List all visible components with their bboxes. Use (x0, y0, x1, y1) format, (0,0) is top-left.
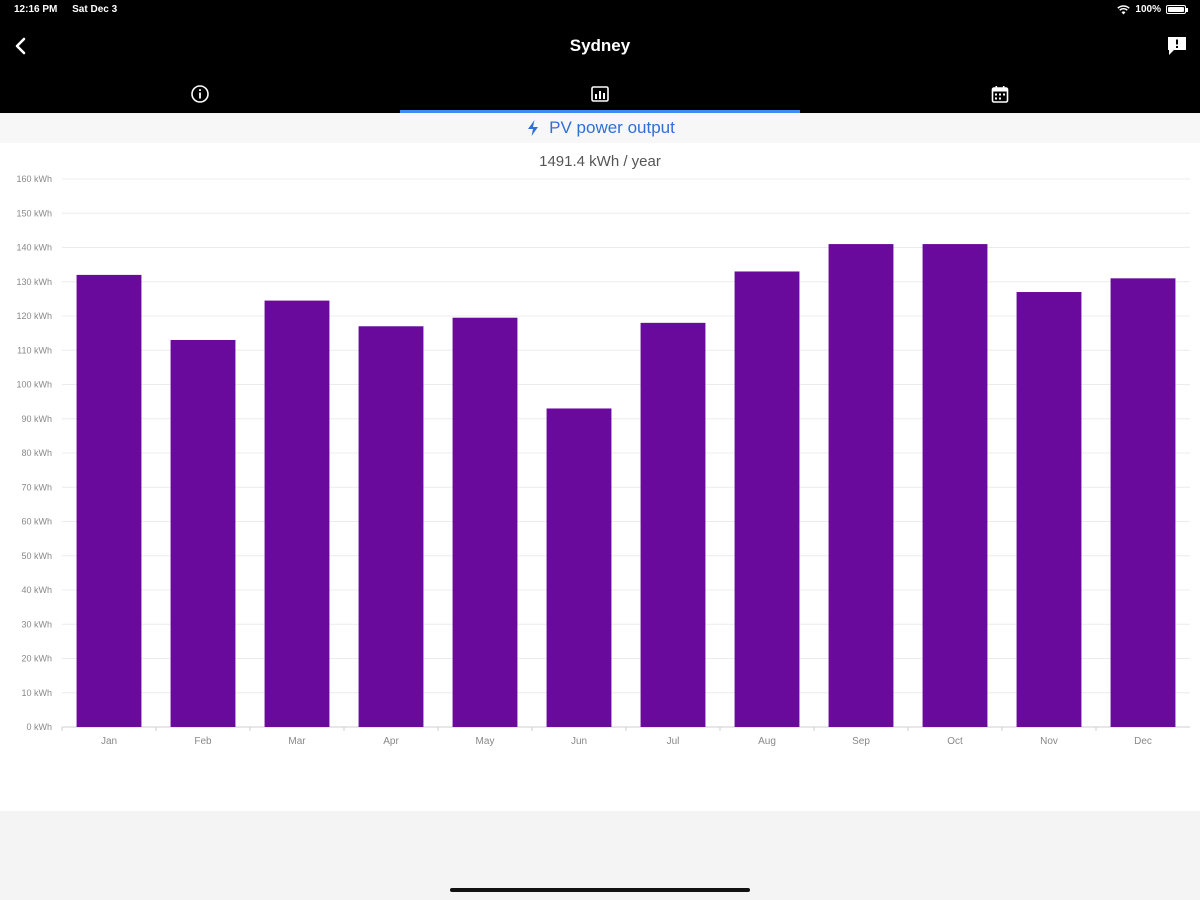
chart-icon (591, 85, 609, 102)
bar-mar[interactable] (264, 300, 330, 727)
y-tick-label: 80 kWh (21, 448, 52, 458)
x-tick-label: Oct (947, 736, 963, 747)
bar-feb[interactable] (170, 339, 236, 727)
bar-nov[interactable] (1016, 292, 1082, 727)
bar-aug[interactable] (734, 271, 800, 727)
y-tick-label: 50 kWh (21, 551, 52, 561)
x-tick-label: May (476, 736, 495, 747)
bar-oct[interactable] (922, 244, 988, 727)
y-tick-label: 20 kWh (21, 654, 52, 664)
tab-calendar[interactable] (800, 74, 1200, 113)
status-bar-right: 100% (1117, 4, 1188, 15)
bar-may[interactable] (452, 317, 518, 727)
status-date: Sat Dec 3 (72, 4, 118, 15)
status-time: 12:16 PM (14, 4, 58, 15)
x-tick-label: Jun (571, 736, 587, 747)
bar-jan[interactable] (76, 274, 142, 727)
battery-icon (1166, 5, 1188, 14)
y-tick-label: 160 kWh (16, 174, 52, 184)
y-tick-label: 120 kWh (16, 311, 52, 321)
status-bar-left: 12:16 PM Sat Dec 3 (14, 4, 129, 15)
chat-icon[interactable] (1166, 35, 1188, 57)
info-icon (191, 84, 209, 103)
x-tick-label: Jan (101, 736, 117, 747)
bar-jun[interactable] (546, 408, 612, 727)
y-tick-label: 60 kWh (21, 517, 52, 527)
y-tick-label: 0 kWh (26, 722, 52, 732)
home-indicator (450, 888, 750, 892)
y-tick-label: 130 kWh (16, 277, 52, 287)
top-bar: 12:16 PM Sat Dec 3 100% Sydney (0, 0, 1200, 113)
y-tick-label: 150 kWh (16, 208, 52, 218)
battery-percent: 100% (1135, 4, 1161, 15)
tab-chart[interactable] (400, 74, 800, 113)
chart-panel: PV power output 1491.4 kWh / year 0 kWh 1… (0, 113, 1200, 811)
tab-bar (0, 74, 1200, 113)
y-tick-label: 90 kWh (21, 414, 52, 424)
bar-sep[interactable] (828, 244, 894, 727)
wifi-icon (1117, 4, 1131, 14)
x-tick-label: Aug (758, 736, 776, 747)
page-title: Sydney (569, 36, 631, 55)
y-tick-label: 70 kWh (21, 482, 52, 492)
y-tick-label: 10 kWh (21, 688, 52, 698)
x-tick-label: Dec (1134, 736, 1152, 747)
bar-dec[interactable] (1110, 278, 1176, 727)
x-tick-label: Jul (667, 736, 680, 747)
tab-info[interactable] (0, 74, 400, 113)
x-tick-label: Apr (383, 736, 399, 747)
y-tick-label: 110 kWh (17, 345, 52, 355)
calendar-icon (991, 85, 1009, 103)
bar-chart: 0 kWh 10 kWh 20 kWh 30 kWh 40 kWh 50 kWh 60 kW… (16, 174, 1190, 747)
y-tick-label: 140 kWh (16, 243, 52, 253)
bar-apr[interactable] (358, 326, 424, 727)
x-tick-label: Nov (1040, 736, 1058, 747)
x-tick-label: Feb (194, 736, 212, 747)
bar-jul[interactable] (640, 322, 706, 727)
y-tick-label: 30 kWh (21, 619, 52, 629)
x-tick-label: Sep (852, 736, 870, 747)
x-tick-label: Mar (288, 736, 306, 747)
y-tick-label: 40 kWh (21, 585, 52, 595)
y-tick-label: 100 kWh (16, 380, 52, 390)
